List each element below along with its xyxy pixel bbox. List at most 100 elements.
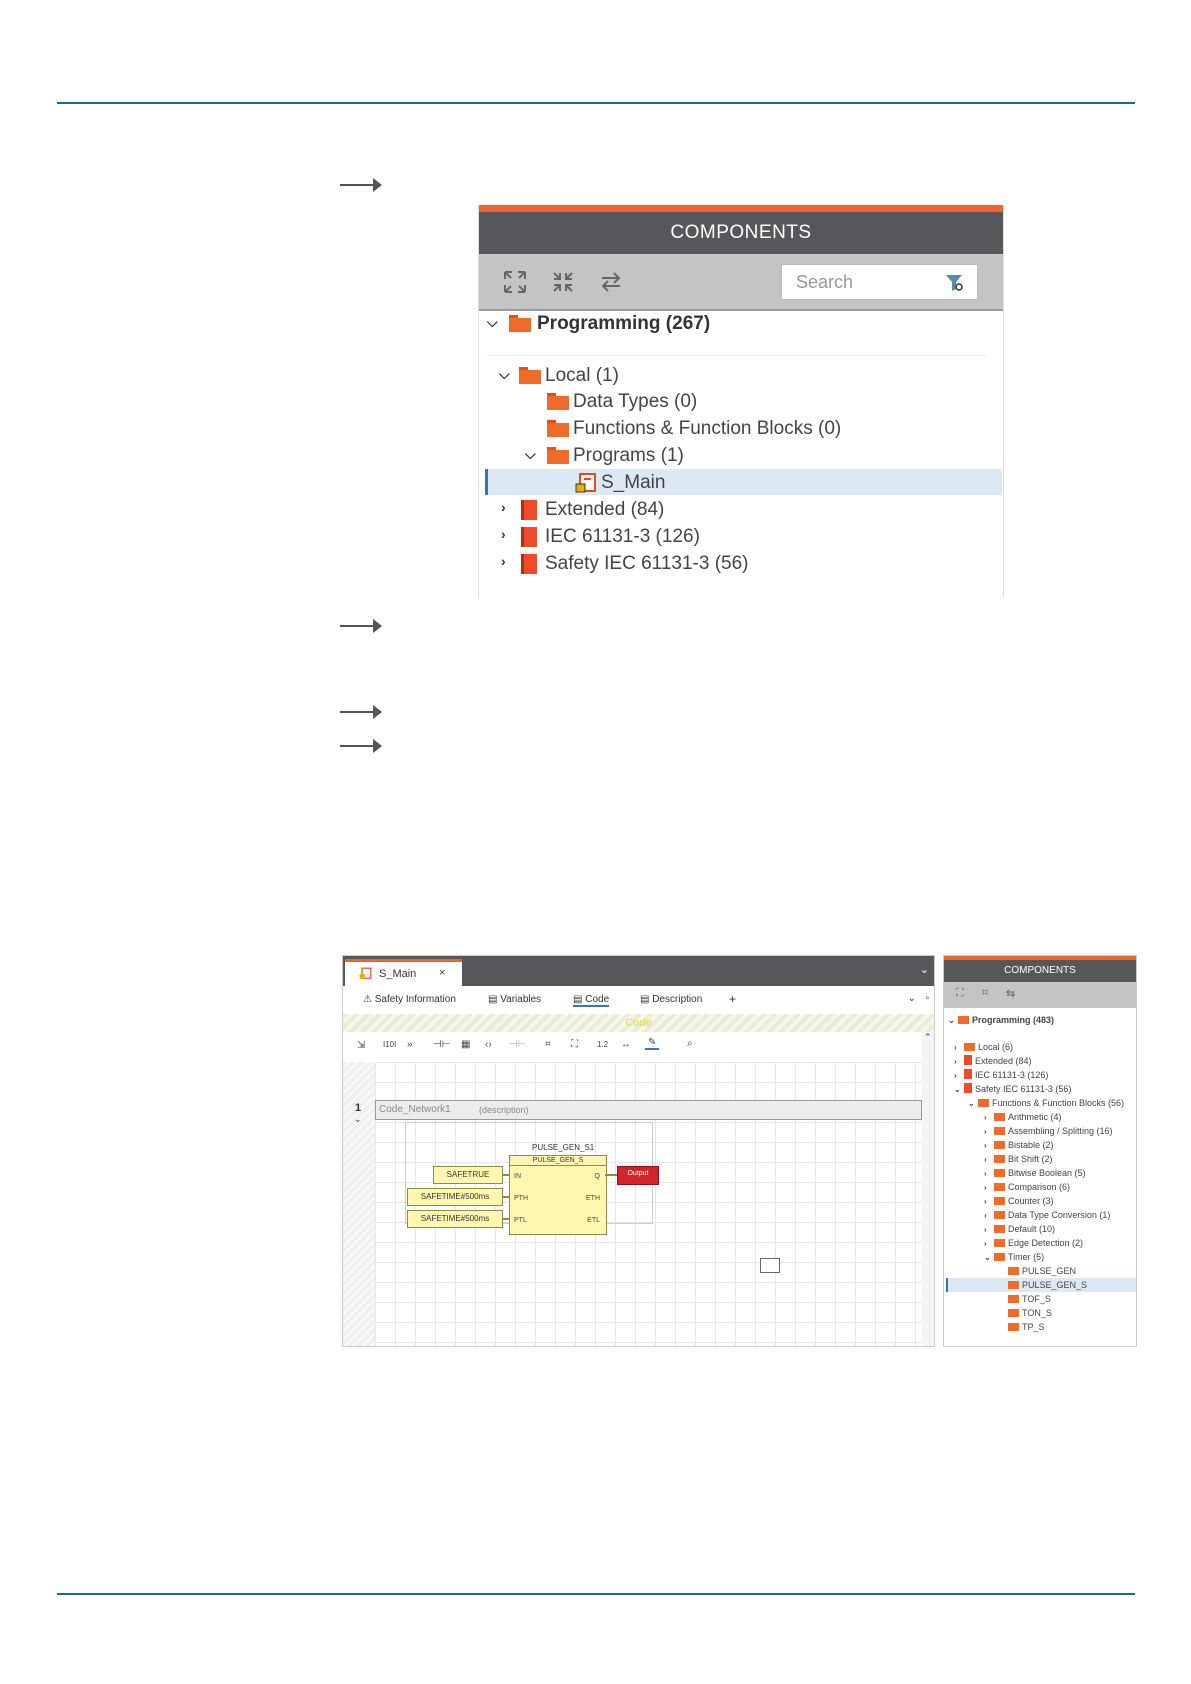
tree-item-local[interactable]: ⌵ Local (1) xyxy=(479,363,1003,389)
footer-rule xyxy=(57,1593,1135,1595)
tree-item[interactable]: › Data Type Conversion (1) xyxy=(984,1208,1110,1222)
block-instance-name: PULSE_GEN_S1 xyxy=(532,1143,595,1152)
numbering-label[interactable]: 1.2 xyxy=(597,1040,608,1049)
search-input[interactable]: Search xyxy=(781,264,978,300)
safety-program-icon xyxy=(359,967,372,979)
tree-item[interactable]: › Local (6) xyxy=(954,1040,1013,1054)
scrollbar[interactable]: ⌃ xyxy=(922,1032,934,1346)
tree-item[interactable]: › Bitwise Boolean (5) xyxy=(984,1166,1086,1180)
contact-icon[interactable]: ⊣⊢ xyxy=(433,1039,450,1050)
contact-tool-label[interactable]: I10I xyxy=(383,1040,396,1049)
tree-item-functions[interactable]: Functions & Function Blocks (0) xyxy=(479,416,1003,442)
folder-icon xyxy=(509,315,531,332)
tree-item[interactable]: TP_S xyxy=(1008,1320,1045,1334)
tree-item[interactable]: › Bit Shift (2) xyxy=(984,1152,1053,1166)
expand-all-icon[interactable] xyxy=(503,270,527,294)
step-arrow-icon xyxy=(340,178,382,192)
search-icon[interactable]: ⌕ xyxy=(687,1038,693,1049)
tab-code[interactable]: ▤ Code xyxy=(573,994,610,1007)
tree-item[interactable]: › Assembling / Splitting (16) xyxy=(984,1124,1113,1138)
network-header[interactable]: Code_Network1 (description) xyxy=(375,1100,922,1120)
tree-item[interactable]: ⌄ Timer (5) xyxy=(984,1250,1044,1264)
block-icon[interactable]: ▦ xyxy=(461,1039,470,1050)
tree-item[interactable]: › Edge Detection (2) xyxy=(984,1236,1083,1250)
tree-item[interactable]: › Counter (3) xyxy=(984,1194,1054,1208)
output-variable[interactable]: Output xyxy=(617,1166,659,1185)
close-icon[interactable]: × xyxy=(439,967,445,979)
tree-item-programming[interactable]: ⌄ Programming (483) xyxy=(948,1013,1054,1027)
spacing-icon[interactable]: ↔ xyxy=(621,1039,631,1050)
collapse-all-icon[interactable] xyxy=(551,270,575,294)
tree-item-selected[interactable]: PULSE_GEN_S xyxy=(1008,1278,1087,1292)
chevron-right-icon[interactable]: › xyxy=(501,553,506,569)
chevron-down-icon[interactable]: ⌵ xyxy=(487,314,498,331)
tab-safety-information[interactable]: ⚠︎ Safety Information xyxy=(363,994,456,1005)
panel-toolbar: Search xyxy=(479,254,1003,311)
input-variable[interactable]: SAFETIME#500ms xyxy=(407,1210,503,1228)
empty-box[interactable] xyxy=(760,1258,780,1273)
chevron-up-icon[interactable]: ⌃ xyxy=(924,1032,932,1043)
sync-arrows-icon[interactable] xyxy=(599,270,623,294)
editor-toolbar: ⇲ I10I » ⊣⊢ ▦ ‹› ⊣⊢ ⌗ ⛶ 1.2 ↔ ✎ ⌕ xyxy=(343,1032,934,1063)
expand-icon[interactable]: ⛶ xyxy=(571,1039,578,1050)
folder-icon xyxy=(547,420,569,437)
tree-item[interactable]: TOF_S xyxy=(1008,1292,1051,1306)
sync-arrows-icon[interactable]: ⇆ xyxy=(1006,987,1015,1000)
chevron-down-icon[interactable]: ⌄ xyxy=(354,1114,362,1125)
chevron-right-icon[interactable]: › xyxy=(501,526,506,542)
step-arrow-icon xyxy=(340,619,382,633)
tree-item[interactable]: PULSE_GEN xyxy=(1008,1264,1076,1278)
chevron-down-icon[interactable]: ⌵ xyxy=(525,446,536,463)
tree-item-safety-iec[interactable]: › Safety IEC 61131-3 (56) xyxy=(479,551,1003,577)
tree-item[interactable]: › Default (10) xyxy=(984,1222,1055,1236)
tree-item[interactable]: › Extended (84) xyxy=(954,1054,1032,1068)
ladder-canvas[interactable]: Code_Network1 (description) PULSE_GEN_S1… xyxy=(375,1062,930,1346)
insert-network-icon[interactable]: ⇲ xyxy=(357,1040,365,1051)
library-icon xyxy=(521,527,537,547)
tree-item-programs[interactable]: ⌵ Programs (1) xyxy=(479,443,1003,469)
safety-program-icon xyxy=(575,473,596,493)
tree-item-iec[interactable]: › IEC 61131-3 (126) xyxy=(479,524,1003,550)
collapse-icon[interactable]: ⌗ xyxy=(545,1039,551,1050)
tree-item[interactable]: TON_S xyxy=(1008,1306,1052,1320)
tab-variables[interactable]: ▤ Variables xyxy=(488,994,541,1005)
pen-tool-icon[interactable]: ✎ xyxy=(645,1037,660,1050)
tree-item-programming[interactable]: ⌵ Programming (267) xyxy=(479,311,1003,337)
collapse-all-icon[interactable]: ⌗ xyxy=(982,987,988,1000)
tree-item[interactable]: ⌄ Safety IEC 61131-3 (56) xyxy=(954,1082,1071,1096)
tree-item[interactable]: › Comparison (6) xyxy=(984,1180,1070,1194)
library-icon xyxy=(521,554,537,574)
maximize-icon[interactable]: ▫ xyxy=(925,993,929,1004)
folder-icon xyxy=(547,393,569,410)
negate-icon[interactable]: ⊣⊢ xyxy=(509,1039,526,1050)
editor-subtabs: ⚠︎ Safety Information ▤ Variables ▤ Code… xyxy=(343,986,934,1015)
header-rule xyxy=(57,102,1135,104)
chevron-down-icon[interactable]: ⌄ xyxy=(920,963,929,976)
editor-tab-bar: S_Main × ⌄ xyxy=(343,956,934,986)
input-variable[interactable]: SAFETRUE xyxy=(433,1166,503,1184)
tree-item-data-types[interactable]: Data Types (0) xyxy=(479,389,1003,415)
panel-accent-bar xyxy=(479,205,1003,212)
tree-item[interactable]: › Arithmetic (4) xyxy=(984,1110,1062,1124)
coil-icon[interactable]: » xyxy=(407,1039,413,1050)
tree-item-extended[interactable]: › Extended (84) xyxy=(479,497,1003,523)
tree-item[interactable]: › IEC 61131-3 (126) xyxy=(954,1068,1048,1082)
tree-item-s-main[interactable]: S_Main xyxy=(479,470,1003,496)
branch-icon[interactable]: ‹› xyxy=(485,1039,492,1050)
panel-title: COMPONENTS xyxy=(944,960,1136,982)
tree-item[interactable]: ⌄ Functions & Function Blocks (56) xyxy=(968,1096,1124,1110)
network-number: 1 xyxy=(355,1102,362,1114)
tree-item[interactable]: › Bistable (2) xyxy=(984,1138,1054,1152)
chevron-right-icon[interactable]: › xyxy=(501,499,506,515)
add-tab-button[interactable]: + xyxy=(729,992,736,1006)
function-block[interactable]: PULSE_GEN_S IN PTH PTL Q ETH ETL xyxy=(509,1155,607,1235)
tab-description[interactable]: ▤ Description xyxy=(640,994,702,1005)
filter-icon[interactable] xyxy=(945,273,965,293)
folder-icon xyxy=(547,447,569,464)
expand-all-icon[interactable]: ⛶ xyxy=(956,987,964,1000)
chevron-down-icon[interactable]: ⌄ xyxy=(908,993,916,1004)
tab-s-main[interactable]: S_Main × xyxy=(345,959,462,986)
components-panel-small: COMPONENTS ⛶ ⌗ ⇆ ⌄ Programming (483) › Loc… xyxy=(943,955,1137,1347)
chevron-down-icon[interactable]: ⌵ xyxy=(499,366,510,383)
input-variable[interactable]: SAFETIME#500ms xyxy=(407,1188,503,1206)
